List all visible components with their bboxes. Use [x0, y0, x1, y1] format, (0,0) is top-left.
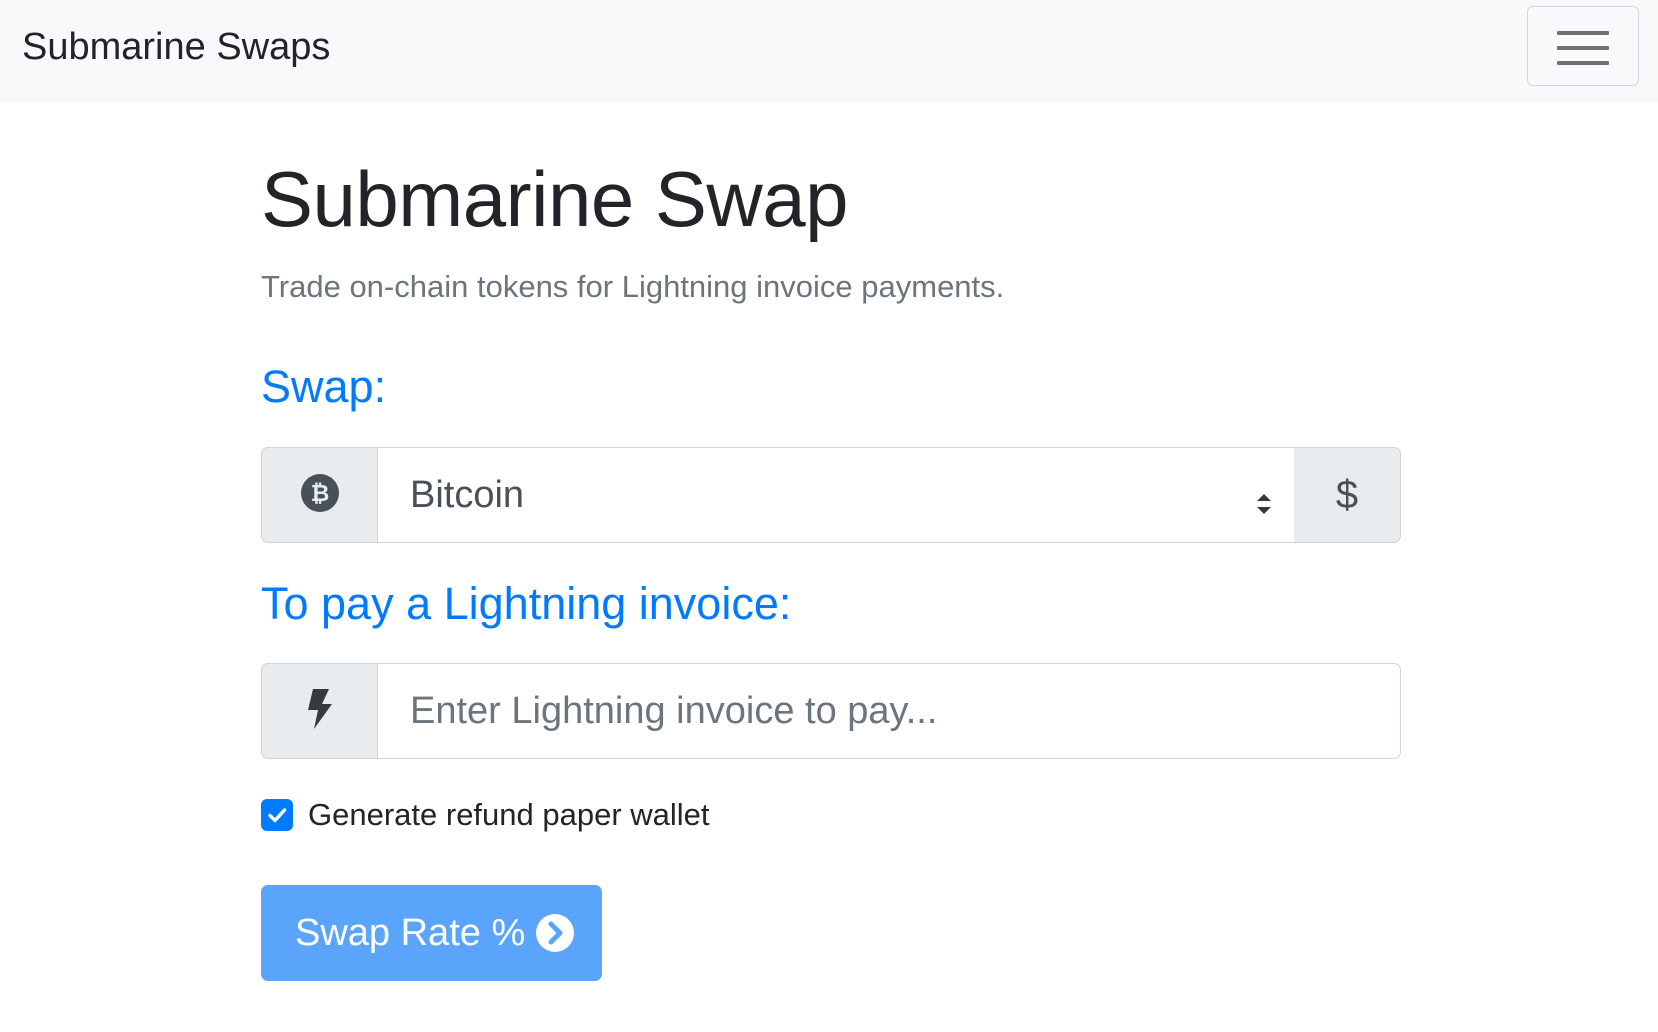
- network-select[interactable]: Bitcoin: [377, 447, 1295, 543]
- invoice-input[interactable]: [377, 663, 1401, 759]
- invoice-label: To pay a Lightning invoice:: [261, 578, 792, 629]
- checkmark-icon: [268, 808, 287, 823]
- invoice-group: [261, 663, 1401, 759]
- currency-addon: $: [1294, 447, 1401, 543]
- network-select-value: Bitcoin: [410, 473, 525, 516]
- svg-text:₿: ₿: [310, 481, 329, 507]
- page-subtitle: Trade on-chain tokens for Lightning invo…: [261, 269, 1005, 304]
- refund-checkbox[interactable]: [261, 799, 293, 831]
- menu-toggle-button[interactable]: [1527, 6, 1639, 86]
- swap-network-group: ₿ Bitcoin $: [261, 447, 1401, 543]
- swap-label: Swap:: [261, 361, 387, 412]
- lightning-addon: [261, 663, 378, 759]
- refund-checkbox-label[interactable]: Generate refund paper wallet: [308, 795, 710, 835]
- swap-rate-button[interactable]: Swap Rate %: [261, 885, 602, 981]
- swap-rate-button-label: Swap Rate %: [295, 911, 526, 954]
- navbar: Submarine Swaps: [0, 0, 1658, 103]
- bitcoin-icon: ₿: [300, 473, 340, 518]
- navbar-brand[interactable]: Submarine Swaps: [22, 24, 330, 70]
- lightning-bolt-icon: [305, 688, 335, 735]
- page-title: Submarine Swap: [261, 155, 849, 243]
- select-caret-icon: [1256, 483, 1272, 514]
- chevron-circle-right-icon: [535, 913, 575, 953]
- bitcoin-addon: ₿: [261, 447, 378, 543]
